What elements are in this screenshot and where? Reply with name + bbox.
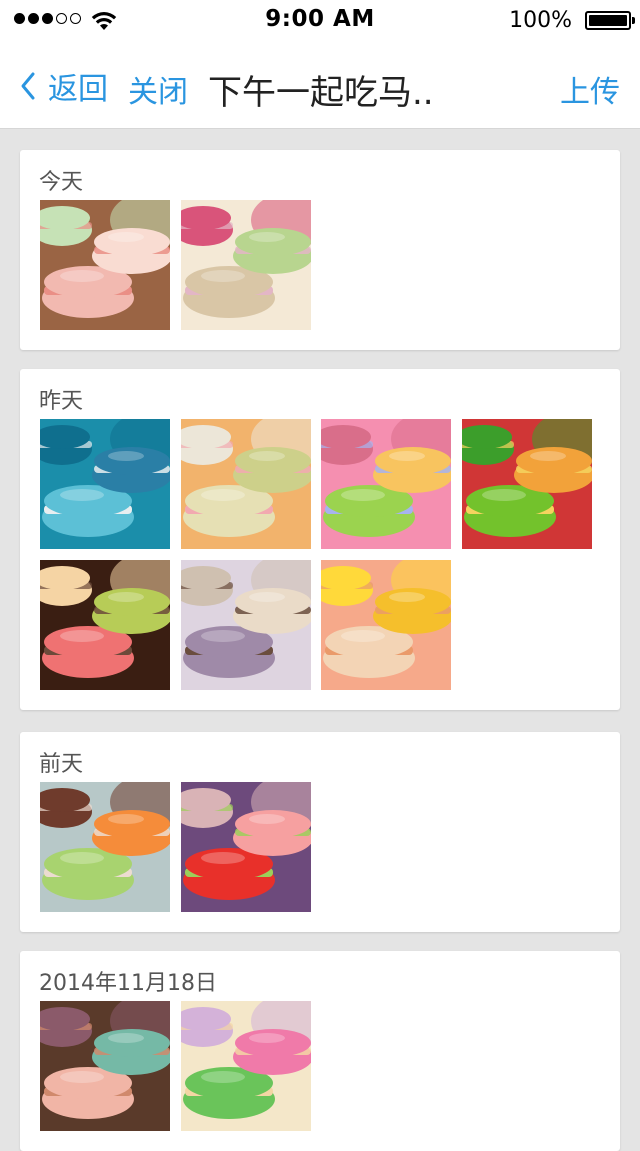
photo-grid	[40, 1001, 600, 1131]
photo-thumbnail[interactable]	[180, 1001, 311, 1131]
macaron-photo-icon	[40, 1001, 170, 1131]
section-card-today: 今天	[20, 150, 620, 350]
macaron-photo-icon	[180, 200, 311, 330]
photo-grid	[40, 782, 600, 912]
section-date-title: 今天	[39, 170, 84, 195]
macaron-photo-icon	[180, 782, 311, 912]
photo-thumbnail[interactable]	[40, 560, 170, 690]
status-bar: 9:00 AM 100%	[0, 0, 640, 40]
photo-thumbnail[interactable]	[40, 200, 170, 330]
photo-thumbnail[interactable]	[321, 560, 451, 690]
section-card-yesterday: 昨天	[20, 369, 620, 710]
photo-grid	[40, 419, 600, 690]
macaron-photo-icon	[461, 419, 592, 549]
macaron-photo-icon	[40, 560, 170, 690]
section-card-day-before: 前天	[20, 732, 620, 932]
macaron-photo-icon	[40, 419, 170, 549]
navigation-bar: 返回 关闭 下午一起吃马.. 上传	[0, 40, 640, 129]
photo-thumbnail[interactable]	[321, 419, 451, 549]
back-label: 返回	[48, 72, 108, 107]
back-button[interactable]: 返回	[18, 64, 108, 108]
photo-thumbnail[interactable]	[40, 419, 170, 549]
battery-icon	[585, 11, 635, 30]
macaron-photo-icon	[321, 419, 451, 549]
macaron-photo-icon	[180, 1001, 311, 1131]
chevron-left-icon	[21, 72, 35, 100]
photo-thumbnail[interactable]	[180, 200, 311, 330]
photo-thumbnail[interactable]	[40, 1001, 170, 1131]
section-date-title: 2014年11月18日	[39, 971, 217, 996]
photo-thumbnail[interactable]	[180, 419, 311, 549]
section-date-title: 昨天	[39, 389, 84, 414]
battery-percentage: 100%	[509, 8, 572, 33]
upload-button[interactable]: 上传	[560, 67, 620, 111]
close-button[interactable]: 关闭	[128, 67, 188, 111]
photo-thumbnail[interactable]	[40, 782, 170, 912]
macaron-photo-icon	[180, 419, 311, 549]
photo-grid	[40, 200, 600, 330]
macaron-photo-icon	[180, 560, 311, 690]
macaron-photo-icon	[40, 782, 170, 912]
page-title: 下午一起吃马..	[208, 73, 434, 113]
macaron-photo-icon	[321, 560, 451, 690]
section-card-2014-11-18: 2014年11月18日	[20, 951, 620, 1151]
section-date-title: 前天	[39, 752, 84, 777]
photo-thumbnail[interactable]	[180, 560, 311, 690]
photo-thumbnail[interactable]	[180, 782, 311, 912]
photo-thumbnail[interactable]	[461, 419, 592, 549]
macaron-photo-icon	[40, 200, 170, 330]
